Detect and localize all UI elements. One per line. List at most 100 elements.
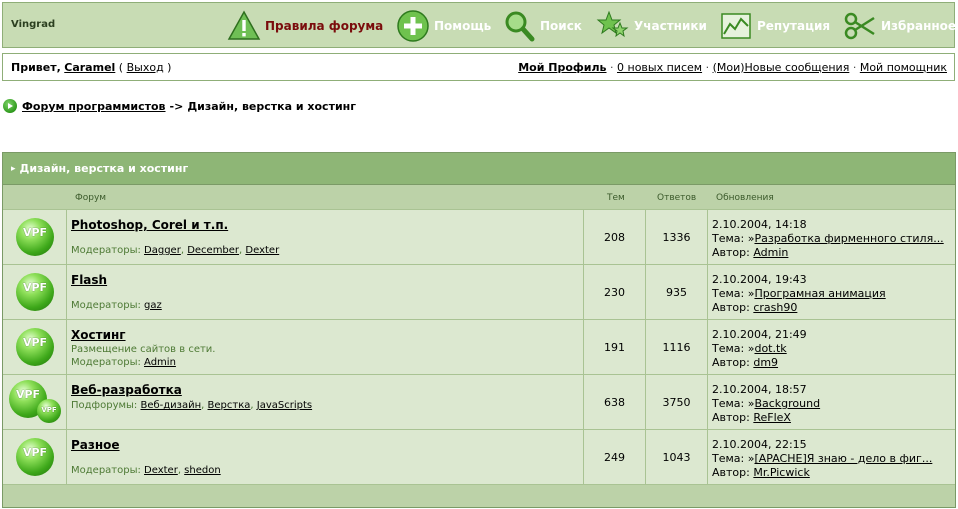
replies-count: 935 xyxy=(646,265,708,319)
forum-moderators: Модераторы: gaz xyxy=(71,300,162,311)
last-post-author-link[interactable]: Mr.Picwick xyxy=(753,466,809,479)
last-post-author-link[interactable]: Admin xyxy=(753,246,788,259)
last-post-author: Автор: ReFleX xyxy=(712,411,791,424)
scissors-icon xyxy=(844,12,875,40)
username-link[interactable]: Caramel xyxy=(64,61,115,74)
topics-count: 249 xyxy=(584,430,646,484)
breadcrumb-current: Дизайн, верстка и хостинг xyxy=(187,99,356,113)
moderator-link[interactable]: Dagger xyxy=(144,245,181,256)
last-post-author-link[interactable]: crash90 xyxy=(753,301,797,314)
moderator-link[interactable]: December xyxy=(187,245,239,256)
col-updates: Обновления xyxy=(716,193,774,203)
last-post-topic-link[interactable]: Програмная анимация xyxy=(754,287,885,300)
breadcrumb-separator: -> xyxy=(169,99,184,113)
last-post-topic: Тема: »[APACHE]Я знаю - дело в фиг... xyxy=(712,452,933,465)
forum-name-link[interactable]: Photoshop, Corel и т.п. xyxy=(71,218,583,232)
forum-info-cell: Разное Модераторы: Dexter, shedon xyxy=(67,430,584,484)
forum-icon-cell: VPF VPF xyxy=(3,375,67,429)
subforum-link[interactable]: Верстка xyxy=(208,400,251,411)
messages-link[interactable]: 0 новых писем xyxy=(617,61,702,74)
table-footer xyxy=(3,484,955,506)
greeting-text: Привет, xyxy=(11,60,61,74)
last-post-date: 2.10.2004, 19:43 xyxy=(712,273,807,286)
forum-table: ▸ Дизайн, верстка и хостинг Форум Тем От… xyxy=(2,152,956,508)
user-links: Мой Профиль · 0 новых писем · (Мои)Новые… xyxy=(518,60,947,74)
forum-row: VPF Flash Модераторы: gaz 230 935 2.10.2… xyxy=(3,264,955,319)
site-logo[interactable]: Vingrad xyxy=(11,19,55,30)
forum-name-link[interactable]: Разное xyxy=(71,438,583,452)
forum-rows: VPF Photoshop, Corel и т.п. Модераторы: … xyxy=(3,209,955,484)
category-title: Дизайн, верстка и хостинг xyxy=(19,162,189,175)
search-icon xyxy=(505,11,535,42)
forum-icon: VPF xyxy=(16,273,54,311)
forum-name-link[interactable]: Веб-разработка xyxy=(71,383,583,397)
subforum-icon: VPF xyxy=(37,399,61,423)
last-post-cell: 2.10.2004, 22:15 Тема: »[APACHE]Я знаю -… xyxy=(708,430,955,484)
logout-link[interactable]: Выход xyxy=(127,61,164,74)
forum-icon: VPF xyxy=(16,328,54,366)
moderator-link[interactable]: Dexter xyxy=(144,465,178,476)
last-post-cell: 2.10.2004, 18:57 Тема: »Background Автор… xyxy=(708,375,955,429)
last-post-author: Автор: Mr.Picwick xyxy=(712,466,810,479)
last-post-topic-link[interactable]: dot.tk xyxy=(754,342,786,355)
last-post-cell: 2.10.2004, 14:18 Тема: »Разработка фирме… xyxy=(708,210,955,264)
forum-icon-cell: VPF xyxy=(3,265,67,319)
nav-reputation[interactable]: Репутация xyxy=(719,3,830,49)
subforum-link[interactable]: JavaScripts xyxy=(257,400,312,411)
triangle-right-icon: ▸ xyxy=(11,163,16,174)
last-post-date: 2.10.2004, 14:18 xyxy=(712,218,807,231)
breadcrumb-parent-link[interactable]: Форум программистов xyxy=(22,100,166,113)
subforum-link[interactable]: Веб-дизайн xyxy=(140,400,201,411)
col-replies: Ответов xyxy=(657,193,697,203)
last-post-author-link[interactable]: ReFleX xyxy=(753,411,791,424)
forum-name-link[interactable]: Хостинг xyxy=(71,328,583,342)
forum-info-cell: Photoshop, Corel и т.п. Модераторы: Dagg… xyxy=(67,210,584,264)
last-post-topic: Тема: »Разработка фирменного стиля... xyxy=(712,232,944,245)
forum-row: VPF Разное Модераторы: Dexter, shedon 24… xyxy=(3,429,955,484)
nav-help[interactable]: Помощь xyxy=(396,3,491,49)
last-post-cell: 2.10.2004, 19:43 Тема: »Програмная анима… xyxy=(708,265,955,319)
last-post-topic: Тема: »dot.tk xyxy=(712,342,787,355)
moderator-link[interactable]: Dexter xyxy=(245,245,279,256)
chart-icon xyxy=(721,13,751,39)
last-post-cell: 2.10.2004, 21:49 Тема: »dot.tk Автор: dm… xyxy=(708,320,955,374)
my-posts-link[interactable]: (Мои) xyxy=(713,61,745,74)
last-post-topic-link[interactable]: Background xyxy=(754,397,820,410)
nav-members[interactable]: Участники xyxy=(596,3,707,49)
last-post-topic-link[interactable]: [APACHE]Я знаю - дело в фиг... xyxy=(754,452,932,465)
last-post-author: Автор: Admin xyxy=(712,246,789,259)
forum-info-cell: Хостинг Размещение сайтов в сети. Модера… xyxy=(67,320,584,374)
moderator-link[interactable]: shedon xyxy=(184,465,221,476)
forum-moderators: Подфорумы: Веб-дизайн, Верстка, JavaScri… xyxy=(71,400,313,411)
last-post-author-link[interactable]: dm9 xyxy=(753,356,778,369)
moderator-link[interactable]: gaz xyxy=(144,300,162,311)
nav-search-label: Поиск xyxy=(540,19,582,33)
forum-icon-cell: VPF xyxy=(3,210,67,264)
plus-icon xyxy=(397,10,429,42)
category-header: ▸ Дизайн, верстка и хостинг xyxy=(3,153,955,185)
forum-row: VPF Photoshop, Corel и т.п. Модераторы: … xyxy=(3,209,955,264)
forum-description: Размещение сайтов в сети. xyxy=(71,344,216,355)
user-bar: Привет, Caramel ( Выход ) Мой Профиль · … xyxy=(2,53,955,81)
moderator-link[interactable]: Admin xyxy=(144,357,176,368)
my-profile-link[interactable]: Мой Профиль xyxy=(518,61,606,74)
forum-icon: VPF xyxy=(16,438,54,476)
replies-count: 1043 xyxy=(646,430,708,484)
last-post-date: 2.10.2004, 21:49 xyxy=(712,328,807,341)
forum-name-link[interactable]: Flash xyxy=(71,273,583,287)
replies-count: 1116 xyxy=(646,320,708,374)
stars-icon xyxy=(596,10,629,38)
forum-moderators: Модераторы: Dexter, shedon xyxy=(71,465,221,476)
nav-favorites[interactable]: Избранное xyxy=(843,3,956,49)
last-post-author: Автор: crash90 xyxy=(712,301,798,314)
topics-count: 638 xyxy=(584,375,646,429)
nav-rules[interactable]: Правила форума xyxy=(227,3,383,49)
top-navigation-bar: Vingrad Правила форума Помощь Поиск Учас… xyxy=(2,2,956,49)
last-post-topic-link[interactable]: Разработка фирменного стиля... xyxy=(754,232,943,245)
nav-search[interactable]: Поиск xyxy=(502,3,582,49)
forum-info-cell: Веб-разработка Подфорумы: Веб-дизайн, Ве… xyxy=(67,375,584,429)
new-posts-link[interactable]: Новые сообщения xyxy=(745,61,850,74)
assistant-link[interactable]: Мой помощник xyxy=(860,61,947,74)
forum-info-cell: Flash Модераторы: gaz xyxy=(67,265,584,319)
last-post-date: 2.10.2004, 18:57 xyxy=(712,383,807,396)
